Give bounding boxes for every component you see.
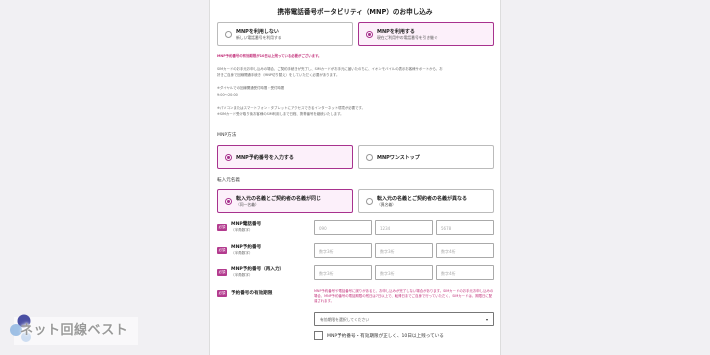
mnp-reserve-confirm-sublabel: （半角数字） — [231, 273, 253, 277]
note-line-5: ※パソコンまたはスマートフォン・タブレットにアクセスできるインターネット環境が必… — [217, 106, 365, 110]
page-title: 携帯電話番号ポータビリティ（MNP）のお申し込み — [277, 8, 433, 16]
mnp-phone-input-2[interactable]: 1234 — [375, 220, 433, 235]
mnp-phone-label: MNP電話番号 — [231, 222, 262, 227]
mnp-no-option[interactable]: MNPを利用しない 新しい電話番号を利用する — [217, 22, 353, 46]
mnp-reserve-confirm-input-2[interactable]: 数字3桁 — [375, 265, 433, 280]
expiry-select[interactable]: 有効期限を選択してください ▾ — [314, 312, 494, 326]
radio-selected-icon — [225, 154, 232, 161]
radio-selected-icon — [366, 31, 373, 38]
expiry-select-placeholder: 有効期限を選択してください — [320, 317, 370, 322]
transfer-diff-option[interactable]: 転入元の名義とご契約者の名義が異なる （異名義） — [358, 189, 494, 213]
mnp-method-heading: MNP方法 — [217, 133, 237, 138]
expiry-warning: MNP予約番号や電話番号に誤りがあると、お申し込みが完了しない場合があります。S… — [314, 289, 494, 303]
radio-icon — [366, 198, 373, 205]
note-line-3: ※ダイヤルでの回線開通受付時間・受付時間 — [217, 86, 285, 90]
mnp-reserve-input-3[interactable]: 数字4桁 — [436, 243, 494, 258]
mnp-no-label: MNPを利用しない — [236, 29, 279, 35]
transfer-same-sublabel: （同一名義） — [236, 202, 259, 207]
mnp-reserve-confirm-input-3[interactable]: 数字4桁 — [436, 265, 494, 280]
mnp-phone-sublabel: （半角数字） — [231, 228, 253, 232]
mnp-reserve-input-1[interactable]: 数字3桁 — [314, 243, 372, 258]
mnp-reserve-input-2[interactable]: 数字3桁 — [375, 243, 433, 258]
mnp-reserve-confirm-input-1[interactable]: 数字3桁 — [314, 265, 372, 280]
expiry-label: 予約番号の有効期限 — [231, 291, 273, 296]
transfer-same-label: 転入元の名義とご契約者の名義が同じ — [236, 196, 322, 202]
expiry-confirm-checkbox[interactable] — [314, 331, 323, 340]
method-reserve-option[interactable]: MNP予約番号を入力する — [217, 145, 353, 169]
required-badge: 必須 — [217, 269, 227, 276]
mnp-phone-input-3[interactable]: 5678 — [436, 220, 494, 235]
mnp-yes-label: MNPを利用する — [377, 29, 415, 35]
mnp-reserve-sublabel: （半角数字） — [231, 251, 253, 255]
method-reserve-label: MNP予約番号を入力する — [236, 155, 294, 161]
mnp-yes-option[interactable]: MNPを利用する 現在ご利用中の電話番号を引き継ぐ — [358, 22, 494, 46]
mnp-reserve-confirm-label: MNP予約番号（再入力） — [231, 267, 285, 272]
radio-icon — [366, 154, 373, 161]
required-badge: 必須 — [217, 224, 227, 231]
transfer-same-option[interactable]: 転入元の名義とご契約者の名義が同じ （同一名義） — [217, 189, 353, 213]
radio-icon — [225, 31, 232, 38]
note-line-1: SIMカードのお手元お申し込みの場合、ご契約手続きが完了し、SIMカードがお手元… — [217, 67, 443, 71]
mnp-yes-sublabel: 現在ご利用中の電話番号を引き継ぐ — [377, 35, 438, 40]
expiry-confirm-label: MNP予約番号・有効期限が正しく、10日以上残っている — [327, 334, 444, 339]
mnp-reserve-label: MNP予約番号 — [231, 245, 262, 250]
site-logo-text: ネット回線ベスト — [20, 323, 129, 338]
required-badge: 必須 — [217, 247, 227, 254]
note-line-4: 9:00〜20:00 — [217, 93, 238, 97]
transfer-diff-label: 転入元の名義とご契約者の名義が異なる — [377, 196, 468, 202]
note-line-2: 好きご自身で回線開通手続き（MNP切り替え）をしていただく必要があります。 — [217, 73, 340, 77]
expiry-notice: MNP予約番号の有効期限が10日以上残っている必要がございます。 — [217, 54, 322, 58]
caret-down-icon: ▾ — [485, 317, 488, 322]
mnp-phone-input-1[interactable]: 090 — [314, 220, 372, 235]
mnp-form-panel: 携帯電話番号ポータビリティ（MNP）のお申し込み MNPを利用しない 新しい電話… — [209, 0, 501, 355]
required-badge: 必須 — [217, 290, 227, 297]
radio-selected-icon — [225, 198, 232, 205]
transfer-name-heading: 転入元名義 — [217, 178, 240, 183]
method-onestop-option[interactable]: MNPワンストップ — [358, 145, 494, 169]
transfer-diff-sublabel: （異名義） — [377, 202, 396, 207]
method-onestop-label: MNPワンストップ — [377, 155, 420, 161]
mnp-no-sublabel: 新しい電話番号を利用する — [236, 35, 282, 40]
note-line-6: ※SIMカード受け取り後お客様のSIM利用しまで日程、携帯番号を継続いたします。 — [217, 112, 344, 116]
